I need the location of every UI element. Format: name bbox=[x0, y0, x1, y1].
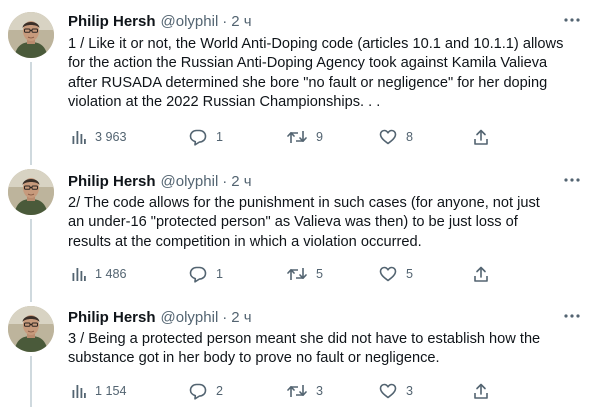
speech-bubble-icon bbox=[189, 129, 207, 146]
tweet[interactable]: Philip Hersh @olyphil · 2 ч 3 / Being a … bbox=[0, 294, 589, 407]
thread-connector-line bbox=[30, 219, 32, 294]
tweet-actions: 1 486 1 5 5 bbox=[68, 264, 488, 284]
author-handle[interactable]: @olyphil bbox=[161, 173, 219, 190]
retweet-count: 5 bbox=[316, 267, 324, 281]
tweet-timestamp[interactable]: 2 ч bbox=[231, 13, 251, 30]
retweet-arrows-icon bbox=[287, 268, 307, 280]
speech-bubble-icon bbox=[189, 383, 207, 400]
views-button[interactable]: 1 486 bbox=[72, 264, 127, 284]
share-button[interactable] bbox=[473, 381, 489, 401]
views-button[interactable]: 1 154 bbox=[72, 381, 127, 401]
like-count: 8 bbox=[406, 130, 414, 144]
retweet-button[interactable]: 9 bbox=[287, 127, 323, 147]
tweet-text: 2/ The code allows for the punishment in… bbox=[68, 195, 540, 250]
bar-chart-icon bbox=[72, 268, 86, 281]
views-button[interactable]: 3 963 bbox=[72, 127, 127, 147]
like-count: 5 bbox=[406, 267, 414, 281]
tweet-header: Philip Hersh @olyphil · 2 ч bbox=[68, 11, 579, 31]
bar-chart-icon bbox=[72, 131, 86, 144]
tweet[interactable]: Philip Hersh @olyphil · 2 ч 2/ The code … bbox=[0, 157, 589, 294]
separator-dot: · bbox=[222, 308, 228, 326]
tweet-timestamp[interactable]: 2 ч bbox=[231, 309, 251, 326]
reply-count: 1 bbox=[216, 267, 224, 281]
tweet-timestamp[interactable]: 2 ч bbox=[231, 173, 251, 190]
author-handle[interactable]: @olyphil bbox=[161, 13, 219, 30]
reply-button[interactable]: 1 bbox=[189, 127, 223, 147]
avatar-photo-icon bbox=[8, 12, 54, 58]
reply-count: 1 bbox=[216, 130, 224, 144]
retweet-button[interactable]: 5 bbox=[287, 264, 323, 284]
tweet-text: 3 / Being a protected person meant she d… bbox=[68, 331, 541, 367]
share-upload-icon bbox=[474, 129, 488, 145]
tweet-text: 1 / Like it or not, the World Anti-Dopin… bbox=[68, 36, 564, 110]
share-button[interactable] bbox=[473, 127, 489, 147]
more-dots-icon bbox=[564, 18, 580, 22]
tweet-header: Philip Hersh @olyphil · 2 ч bbox=[68, 307, 579, 327]
retweet-button[interactable]: 3 bbox=[287, 381, 323, 401]
heart-icon bbox=[379, 266, 397, 282]
like-count: 3 bbox=[406, 384, 414, 398]
author-name[interactable]: Philip Hersh bbox=[68, 173, 156, 190]
tweet-actions: 3 963 1 9 8 bbox=[68, 127, 488, 147]
share-button[interactable] bbox=[473, 264, 489, 284]
views-count: 1 486 bbox=[95, 267, 127, 281]
retweet-count: 9 bbox=[316, 130, 324, 144]
tweet-thread: Philip Hersh @olyphil · 2 ч 1 / Like it … bbox=[0, 0, 589, 407]
author-handle[interactable]: @olyphil bbox=[161, 309, 219, 326]
reply-button[interactable]: 1 bbox=[189, 264, 223, 284]
bar-chart-icon bbox=[72, 385, 86, 398]
separator-dot: · bbox=[222, 12, 228, 30]
heart-icon bbox=[379, 383, 397, 399]
reply-button[interactable]: 2 bbox=[189, 381, 223, 401]
thread-connector-line bbox=[30, 356, 32, 407]
more-options-button[interactable] bbox=[563, 308, 581, 324]
tweet-actions: 1 154 2 3 3 bbox=[68, 381, 488, 401]
avatar-photo-icon bbox=[8, 169, 54, 215]
more-options-button[interactable] bbox=[563, 12, 581, 28]
retweet-arrows-icon bbox=[287, 131, 307, 143]
more-dots-icon bbox=[564, 314, 580, 318]
heart-icon bbox=[379, 129, 397, 145]
retweet-count: 3 bbox=[316, 384, 324, 398]
tweet-header: Philip Hersh @olyphil · 2 ч bbox=[68, 171, 579, 191]
like-button[interactable]: 3 bbox=[379, 381, 413, 401]
avatar[interactable] bbox=[8, 12, 54, 58]
avatar[interactable] bbox=[8, 169, 54, 215]
share-upload-icon bbox=[474, 266, 488, 282]
tweet[interactable]: Philip Hersh @olyphil · 2 ч 1 / Like it … bbox=[0, 0, 589, 157]
more-dots-icon bbox=[564, 178, 580, 182]
avatar[interactable] bbox=[8, 306, 54, 352]
more-options-button[interactable] bbox=[563, 172, 581, 188]
share-upload-icon bbox=[474, 383, 488, 399]
author-name[interactable]: Philip Hersh bbox=[68, 13, 156, 30]
views-count: 3 963 bbox=[95, 130, 127, 144]
thread-connector-line bbox=[30, 157, 32, 165]
separator-dot: · bbox=[222, 172, 228, 190]
views-count: 1 154 bbox=[95, 384, 127, 398]
retweet-arrows-icon bbox=[287, 385, 307, 397]
thread-connector-line bbox=[30, 62, 32, 157]
speech-bubble-icon bbox=[189, 266, 207, 283]
author-name[interactable]: Philip Hersh bbox=[68, 309, 156, 326]
like-button[interactable]: 8 bbox=[379, 127, 413, 147]
like-button[interactable]: 5 bbox=[379, 264, 413, 284]
avatar-photo-icon bbox=[8, 306, 54, 352]
thread-connector-line bbox=[30, 294, 32, 302]
reply-count: 2 bbox=[216, 384, 224, 398]
